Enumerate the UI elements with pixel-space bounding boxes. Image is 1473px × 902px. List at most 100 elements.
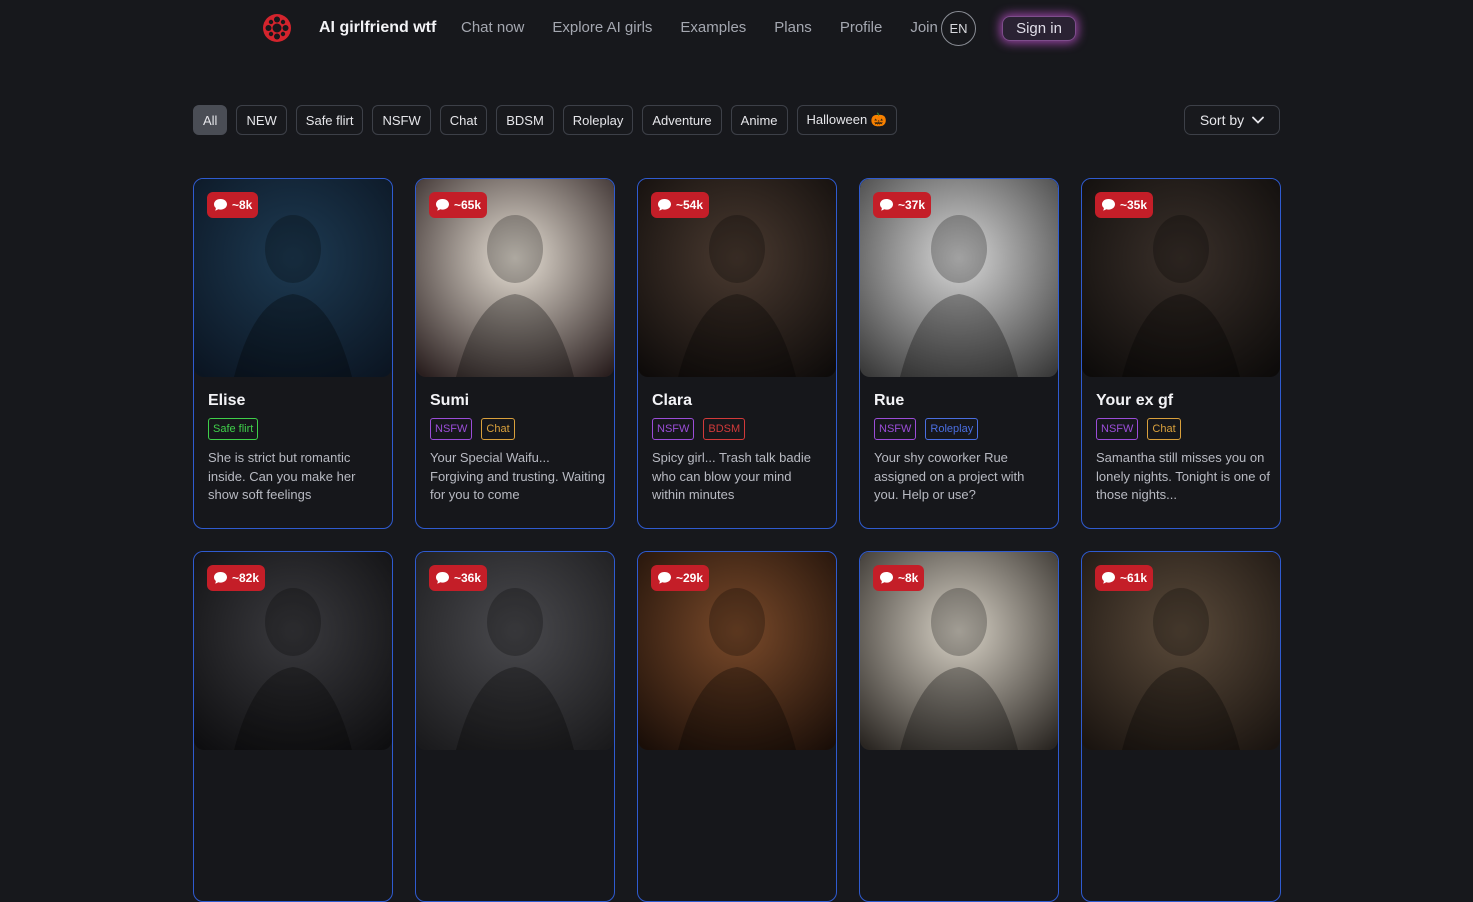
character-card[interactable]: ~35k Your ex gf NSFW Chat Samantha still mis…: [1081, 178, 1281, 529]
chat-count-badge: ~82k: [207, 565, 266, 591]
character-card[interactable]: ~8k Elise Safe flirt She is strict but roma…: [193, 178, 393, 529]
chat-bubble-icon: [658, 572, 671, 584]
character-portrait: ~8k: [194, 179, 392, 377]
tag: BDSM: [703, 418, 746, 440]
filter-chip[interactable]: Roleplay: [562, 105, 634, 135]
tag-list: NSFW BDSM: [652, 418, 746, 440]
chat-count-badge: ~54k: [651, 192, 710, 218]
character-portrait: ~35k: [1082, 179, 1280, 377]
sort-label: Sort by: [1199, 112, 1245, 128]
nav-link-explore[interactable]: Explore AI girls: [552, 19, 652, 36]
chat-count: ~35k: [1120, 198, 1148, 212]
character-card[interactable]: ~29k: [637, 551, 837, 902]
filter-chip[interactable]: Adventure: [642, 105, 722, 135]
chat-count-badge: ~36k: [429, 565, 488, 591]
character-grid: ~8k Elise Safe flirt She is strict but roma…: [193, 178, 1281, 902]
nav-link-examples[interactable]: Examples: [680, 19, 746, 36]
filter-chip[interactable]: Safe flirt: [295, 105, 364, 135]
character-card[interactable]: ~8k: [859, 551, 1059, 902]
filter-chip[interactable]: Anime: [730, 105, 788, 135]
chat-bubble-icon: [436, 572, 449, 584]
character-description: Your Special Waifu... Forgiving and trus…: [430, 450, 606, 502]
chat-count: ~36k: [454, 571, 482, 585]
character-description: Samantha still misses you on lonely nigh…: [1096, 450, 1270, 502]
brand-name[interactable]: AI girlfriend wtf: [319, 19, 436, 37]
tag: Safe flirt: [208, 418, 259, 440]
chat-bubble-icon: [1102, 572, 1115, 584]
character-name: Rue: [874, 392, 905, 409]
character-name: Your ex gf: [1096, 392, 1174, 409]
filter-chip[interactable]: BDSM: [496, 105, 554, 135]
character-description: She is strict but romantic inside. Can y…: [208, 450, 356, 502]
character-portrait: ~29k: [638, 552, 836, 750]
character-portrait: ~36k: [416, 552, 614, 750]
filter-chip[interactable]: Chat: [439, 105, 488, 135]
nav-link-plans[interactable]: Plans: [774, 19, 812, 36]
language-switcher[interactable]: EN: [941, 11, 976, 46]
chat-bubble-icon: [214, 572, 227, 584]
chat-count-badge: ~29k: [651, 565, 710, 591]
chat-bubble-icon: [880, 572, 893, 584]
character-card[interactable]: ~37k Rue NSFW Roleplay Your shy coworker Rue…: [859, 178, 1059, 529]
chat-count: ~37k: [898, 198, 926, 212]
filter-chip[interactable]: NSFW: [372, 105, 431, 135]
chat-count: ~82k: [232, 571, 260, 585]
character-portrait: ~61k: [1082, 552, 1280, 750]
chat-bubble-icon: [658, 199, 671, 211]
filter-chip[interactable]: NEW: [236, 105, 287, 135]
chevron-down-icon: [1252, 116, 1265, 124]
character-name: Sumi: [430, 392, 470, 409]
tag-list: NSFW Chat: [430, 418, 515, 440]
character-card[interactable]: ~82k: [193, 551, 393, 902]
tag-list: NSFW Roleplay: [874, 418, 979, 440]
logo-icon[interactable]: [262, 13, 292, 43]
nav-links: Chat now Explore AI girls Examples Plans…: [461, 19, 938, 36]
character-name: Elise: [208, 392, 246, 409]
filter-chip[interactable]: All: [193, 105, 228, 135]
character-card[interactable]: ~54k Clara NSFW BDSM Spicy girl... Trash tal…: [637, 178, 837, 529]
tag-list: NSFW Chat: [1096, 418, 1181, 440]
character-portrait: ~82k: [194, 552, 392, 750]
sort-dropdown[interactable]: Sort by: [1184, 105, 1280, 135]
chat-count: ~54k: [676, 198, 704, 212]
nav-link-join[interactable]: Join: [910, 19, 938, 36]
character-portrait: ~37k: [860, 179, 1058, 377]
tag-list: Safe flirt: [208, 418, 259, 440]
chat-count: ~8k: [232, 198, 253, 212]
nav-link-profile[interactable]: Profile: [840, 19, 883, 36]
nav-link-chat-now[interactable]: Chat now: [461, 19, 524, 36]
tag: NSFW: [652, 418, 695, 440]
tag: NSFW: [874, 418, 917, 440]
tag: NSFW: [430, 418, 473, 440]
chat-bubble-icon: [214, 199, 227, 211]
tag: Chat: [481, 418, 515, 440]
tag: Chat: [1147, 418, 1181, 440]
character-description: Spicy girl... Trash talk badie who can b…: [652, 450, 811, 502]
character-name: Clara: [652, 392, 693, 409]
chat-count-badge: ~8k: [873, 565, 925, 591]
chat-bubble-icon: [436, 199, 449, 211]
chat-count: ~61k: [1120, 571, 1148, 585]
chat-count: ~29k: [676, 571, 704, 585]
character-card[interactable]: ~36k: [415, 551, 615, 902]
chat-bubble-icon: [1102, 199, 1115, 211]
character-portrait: ~65k: [416, 179, 614, 377]
filter-chip[interactable]: Halloween 🎃: [796, 105, 898, 135]
chat-count-badge: ~8k: [207, 192, 259, 218]
character-portrait: ~54k: [638, 179, 836, 377]
top-nav: AI girlfriend wtf Chat now Explore AI gi…: [0, 0, 1473, 56]
chat-count-badge: ~65k: [429, 192, 488, 218]
tag: Roleplay: [925, 418, 979, 440]
chat-bubble-icon: [880, 199, 893, 211]
character-card[interactable]: ~61k: [1081, 551, 1281, 902]
tag: NSFW: [1096, 418, 1139, 440]
category-filters: All NEW Safe flirt NSFW Chat BDSM Roleplay Adve…: [193, 105, 898, 135]
character-card[interactable]: ~65k Sumi NSFW Chat Your Special Waifu... Fo…: [415, 178, 615, 529]
chat-count-badge: ~61k: [1095, 565, 1154, 591]
character-portrait: ~8k: [860, 552, 1058, 750]
chat-count-badge: ~35k: [1095, 192, 1154, 218]
sign-in-button[interactable]: Sign in: [1002, 16, 1076, 41]
chat-count: ~65k: [454, 198, 482, 212]
chat-count-badge: ~37k: [873, 192, 932, 218]
chat-count: ~8k: [898, 571, 919, 585]
